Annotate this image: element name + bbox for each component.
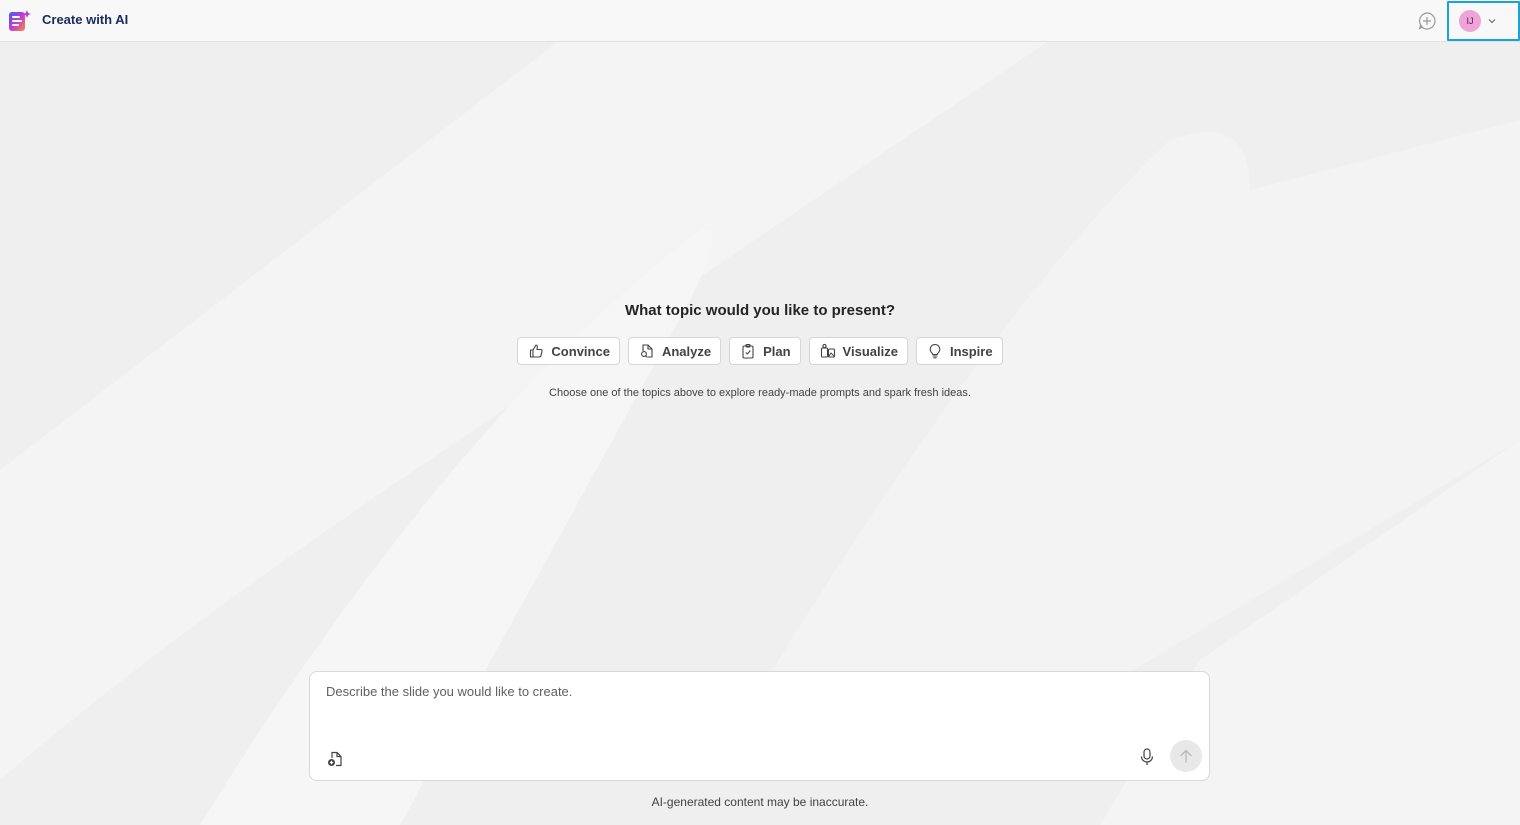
attach-file-button[interactable] <box>324 748 346 770</box>
app-title: Create with AI <box>42 12 129 27</box>
topic-visualize-button[interactable]: Visualize <box>808 337 908 365</box>
prompt-input[interactable] <box>326 684 1106 699</box>
topic-convince-button[interactable]: Convince <box>517 337 620 365</box>
microphone-button[interactable] <box>1136 746 1158 768</box>
clipboard-check-icon <box>742 343 754 359</box>
lightbulb-icon <box>929 343 941 359</box>
attach-file-icon <box>328 751 342 767</box>
topic-plan-button[interactable]: Plan <box>729 337 801 365</box>
send-arrow-icon <box>1180 749 1192 763</box>
topic-label: Plan <box>763 343 791 359</box>
document-search-icon <box>640 344 653 358</box>
image-shapes-icon <box>820 343 835 358</box>
avatar: IJ <box>1459 10 1481 32</box>
topic-buttons: Convince Analyze Plan Visualize Inspire <box>0 337 1520 365</box>
top-bar: Create with AI IJ <box>0 0 1520 42</box>
topic-analyze-button[interactable]: Analyze <box>627 337 722 365</box>
topic-label: Inspire <box>949 343 993 359</box>
topic-label: Convince <box>551 343 610 359</box>
ai-disclaimer: AI-generated content may be inaccurate. <box>651 795 869 809</box>
prompt-composer <box>309 671 1210 781</box>
new-chat-button[interactable] <box>1416 10 1438 32</box>
topic-inspire-button[interactable]: Inspire <box>915 337 1003 365</box>
microphone-icon <box>1140 748 1154 765</box>
account-menu-button[interactable]: IJ <box>1447 1 1520 41</box>
chevron-down-icon <box>1488 19 1496 24</box>
topic-label: Visualize <box>842 343 898 359</box>
topic-question: What topic would you like to present? <box>624 302 895 319</box>
create-ai-logo-icon <box>9 10 31 31</box>
send-button[interactable] <box>1170 740 1202 772</box>
topic-hint: Choose one of the topics above to explor… <box>549 387 971 399</box>
topic-label: Analyze <box>661 343 712 359</box>
chat-add-icon <box>1418 12 1436 30</box>
thumbs-up-icon <box>530 344 544 358</box>
